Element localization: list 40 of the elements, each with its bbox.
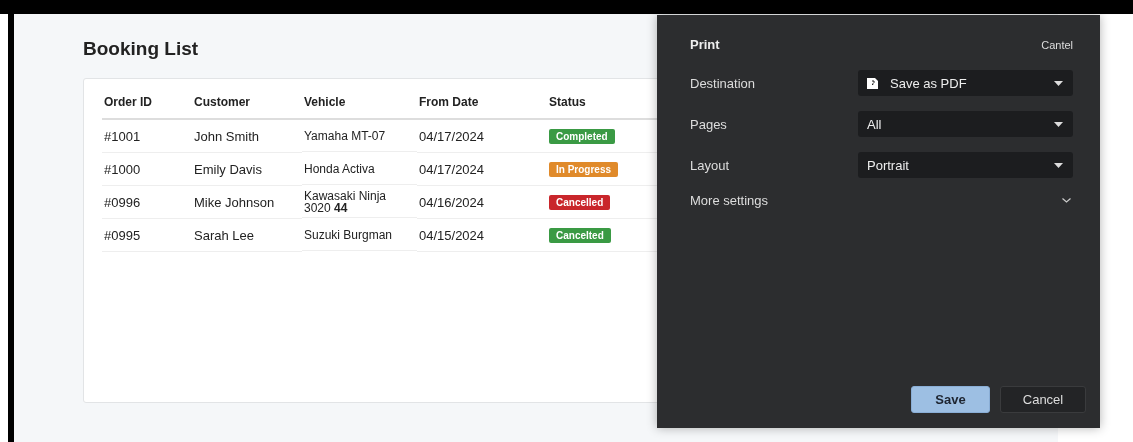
table-cell: Emily Davis	[192, 153, 302, 186]
table-cell: 04/17/2024	[417, 120, 547, 153]
save-button[interactable]: Save	[911, 386, 990, 413]
column-header: Customer	[192, 89, 302, 120]
dialog-title: Print	[690, 37, 720, 52]
table-cell: #0996	[102, 186, 192, 219]
table-cell: Suzuki Burgman	[302, 219, 417, 251]
status-badge: Cancelled	[549, 194, 611, 210]
caret-icon	[1054, 121, 1063, 127]
setting-label: Layout	[690, 157, 730, 173]
status-badge: Cancelted	[549, 227, 611, 243]
table-cell: Kawasaki Ninja 3020 44	[302, 186, 417, 218]
chevron-icon	[1062, 198, 1071, 203]
more-settings-row[interactable]: More settings	[690, 193, 1073, 208]
column-header: Order ID	[102, 89, 192, 120]
status-badge: Completed	[549, 128, 615, 144]
table-cell: Mike Johnson	[192, 186, 302, 219]
table-cell: 04/17/2024	[417, 153, 547, 186]
table-cell: 04/15/2024	[417, 219, 547, 252]
close-link[interactable]: Cantel	[1041, 38, 1073, 51]
file-icon	[867, 77, 880, 89]
dropdown[interactable]: Portrait	[858, 152, 1073, 178]
column-header: Vehicle	[302, 89, 417, 120]
dropdown[interactable]: Save as PDF	[858, 70, 1073, 96]
table-cell: #0995	[102, 219, 192, 252]
table-cell: #1001	[102, 120, 192, 153]
status-badge: In Progress	[549, 161, 619, 177]
dropdown[interactable]: All	[858, 111, 1073, 137]
table-cell: Sarah Lee	[192, 219, 302, 252]
cancel-button[interactable]: Cancel	[1000, 386, 1086, 413]
table-cell: 04/16/2024	[417, 186, 547, 219]
setting-label: Destination	[690, 75, 756, 91]
table-cell: John Smith	[192, 120, 302, 153]
page-title: Booking List	[83, 38, 199, 60]
table-cell: Yamaha MT-07	[302, 120, 417, 152]
column-header: From Date	[417, 89, 547, 120]
table-cell: Honda Activa	[302, 153, 417, 185]
caret-icon	[1054, 162, 1063, 168]
caret-icon	[1054, 80, 1063, 86]
table-cell: #1000	[102, 153, 192, 186]
